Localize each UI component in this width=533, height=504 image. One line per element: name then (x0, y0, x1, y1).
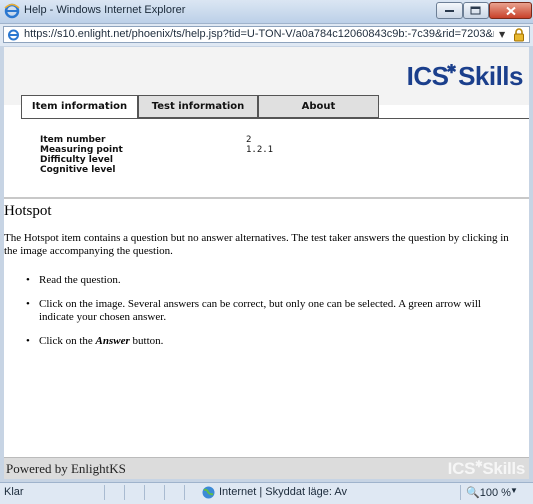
status-separator (124, 485, 125, 500)
address-bar: https://s10.enlight.net/phoenix/ts/help.… (0, 24, 533, 46)
footer-logo-skills: Skills (482, 459, 525, 478)
status-text: Klar (4, 486, 24, 498)
tab-item-information[interactable]: Item information (21, 95, 138, 119)
tab-underline (21, 118, 529, 119)
info-label: Cognitive level (40, 165, 116, 175)
step-tail: button. (132, 335, 164, 347)
page-content: ICS✱Skills Item information Test informa… (4, 47, 529, 479)
status-bar: Klar Internet | Skyddat läge: Av 🔍100 % … (0, 482, 533, 504)
maximize-icon (470, 6, 481, 14)
status-separator (144, 485, 145, 500)
maximize-button[interactable] (463, 2, 489, 19)
star-icon: ✱ (446, 62, 457, 76)
list-item: Read the question. (26, 274, 516, 287)
help-steps: Read the question. Click on the image. S… (26, 274, 516, 359)
help-heading: Hotspot (4, 203, 52, 219)
powered-by-text: Powered by EnlightKS (6, 461, 126, 476)
minimize-button[interactable] (436, 2, 463, 19)
lock-icon[interactable] (513, 28, 525, 42)
footer-logo: ICS✱Skills (447, 459, 526, 479)
info-value: 1.2.1 (246, 145, 274, 155)
tab-test-information[interactable]: Test information (138, 95, 258, 118)
close-icon (505, 6, 516, 15)
section-divider (4, 197, 529, 199)
tab-about[interactable]: About (258, 95, 379, 118)
status-separator (104, 485, 105, 500)
info-value: 2 (246, 135, 252, 145)
address-field[interactable]: https://s10.enlight.net/phoenix/ts/help.… (3, 26, 530, 43)
security-zone[interactable]: Internet | Skyddat läge: Av (219, 486, 347, 498)
status-separator (460, 485, 461, 500)
footer-logo-ics: ICS (447, 459, 476, 478)
status-separator (164, 485, 165, 500)
internet-explorer-icon (4, 3, 20, 19)
minimize-icon (444, 9, 454, 12)
info-label: Difficulty level (40, 155, 113, 165)
ie-window: Help - Windows Internet Explorer https:/… (0, 0, 533, 504)
answer-emphasis: Answer (95, 335, 130, 347)
zoom-level[interactable]: 🔍100 % (466, 486, 511, 499)
list-item: Click on the Answer button. (26, 335, 516, 348)
list-item: Click on the image. Several answers can … (26, 298, 516, 324)
info-label: Measuring point (40, 145, 123, 155)
page-icon (8, 29, 19, 41)
status-separator (184, 485, 185, 500)
logo-skills-text: Skills (458, 61, 523, 91)
globe-icon[interactable] (202, 486, 215, 499)
close-button[interactable] (489, 2, 532, 19)
ics-skills-logo: ICS✱Skills (406, 61, 524, 92)
info-label: Item number (40, 135, 106, 145)
zoom-value: 100 % (479, 487, 511, 499)
logo-ics-text: ICS (406, 61, 449, 91)
zoom-dropdown-icon[interactable]: ▼ (510, 486, 518, 495)
title-bar: Help - Windows Internet Explorer (0, 0, 533, 24)
footer-star-icon: ✱ (475, 459, 483, 469)
page-footer: Powered by EnlightKS ICS✱Skills (4, 457, 529, 479)
address-dropdown-icon[interactable]: ▼ (499, 30, 505, 39)
help-intro: The Hotspot item contains a question but… (4, 232, 509, 257)
url-text: https://s10.enlight.net/phoenix/ts/help.… (24, 28, 494, 40)
step-text: Click on the (39, 335, 93, 347)
window-title: Help - Windows Internet Explorer (24, 4, 186, 16)
